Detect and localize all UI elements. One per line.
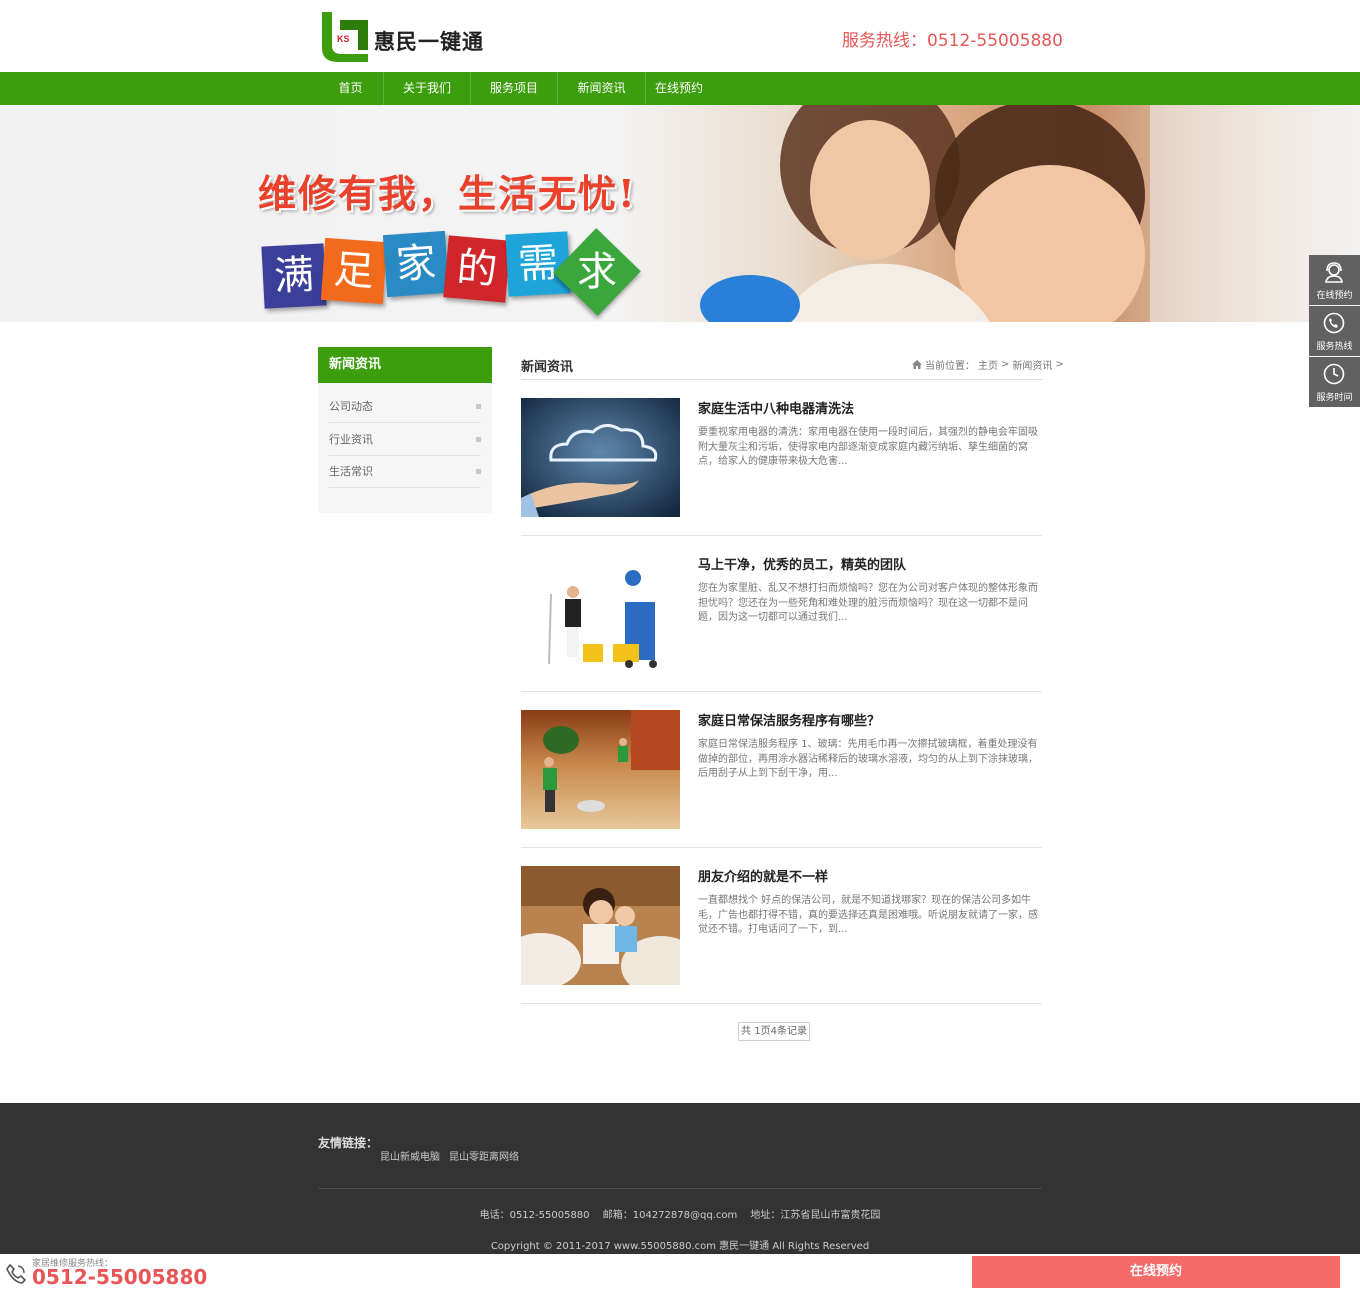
float-hotline[interactable]: 服务热线 xyxy=(1309,306,1360,356)
footer-email: 邮箱：104272878@qq.com xyxy=(602,1210,738,1221)
float-label: 服务热线 xyxy=(1316,342,1353,352)
footer-address: 地址：江苏省昆山市富贵花园 xyxy=(750,1210,881,1221)
banner-tile: 满 xyxy=(261,243,327,309)
breadcrumb-current[interactable]: 新闻资讯 xyxy=(1012,357,1052,372)
header-hotline: 服务热线：0512-55005880 xyxy=(842,31,1063,51)
divider xyxy=(318,1188,1042,1189)
news-title[interactable]: 家庭生活中八种电器清洗法 xyxy=(698,398,854,417)
nav-item-booking[interactable]: 在线预约 xyxy=(646,72,712,105)
news-summary: 您在为家里脏、乱又不想打扫而烦恼吗？您在为公司对客户体现的整体形象而担忧吗？您还… xyxy=(698,583,1038,623)
breadcrumb: 当前位置： 主页 > 新闻资讯 > xyxy=(912,357,1064,372)
sidebar-item-industry-news[interactable]: 行业资讯 xyxy=(329,423,481,456)
footer-contact: 电话：0512-55005880 邮箱：104272878@qq.com 地址：… xyxy=(0,1206,1360,1221)
news-summary: 一直都想找个 好点的保洁公司，就是不知道找哪家？现在的保洁公司多如牛毛，广告也都… xyxy=(698,895,1038,935)
customer-service-icon xyxy=(1325,262,1343,283)
breadcrumb-prefix: 当前位置： xyxy=(925,361,975,372)
online-booking-button[interactable]: 在线预约 xyxy=(972,1256,1340,1288)
nav-item-home[interactable]: 首页 xyxy=(318,72,384,105)
news-item: 家庭日常保洁服务程序有哪些？ 家庭日常保洁服务程序 1、玻璃：先用毛巾再一次擦拭… xyxy=(521,692,1042,848)
news-thumbnail[interactable] xyxy=(521,866,680,985)
bullet-icon xyxy=(476,404,481,409)
nav-item-about[interactable]: 关于我们 xyxy=(384,72,471,105)
news-summary: 家庭日常保洁服务程序 1、玻璃：先用毛巾再一次擦拭玻璃框，着重处理没有做掉的部位… xyxy=(698,739,1038,779)
news-item: 家庭生活中八种电器清洗法 要重视家用电器的清洗：家用电器在使用一段时间后，其强烈… xyxy=(521,380,1042,536)
news-summary: 要重视家用电器的清洗：家用电器在使用一段时间后，其强烈的静电会牢固吸附大量灰尘和… xyxy=(698,427,1038,467)
sidebar-item-label: 行业资讯 xyxy=(329,433,373,446)
logo-badge: KS xyxy=(337,34,350,44)
content-title: 新闻资讯 xyxy=(521,360,574,375)
hero-banner: 维修有我，生活无忧! 满 足 家 的 需 求 xyxy=(0,105,1360,322)
float-label: 在线预约 xyxy=(1316,291,1353,301)
nav-item-services[interactable]: 服务项目 xyxy=(471,72,558,105)
sidebar-menu: 公司动态 行业资讯 生活常识 xyxy=(318,383,492,513)
news-thumbnail[interactable] xyxy=(521,554,680,673)
breadcrumb-separator: > xyxy=(1001,359,1010,370)
news-thumbnail[interactable] xyxy=(521,710,680,829)
site-header: KS 惠民一键通 服务热线：0512-55005880 xyxy=(0,0,1360,72)
news-title[interactable]: 马上干净，优秀的员工，精英的团队 xyxy=(698,554,906,573)
bottom-fixed-bar: 家居维修服务热线： 0512-55005880 在线预约 xyxy=(0,1254,1360,1291)
footer-phone: 电话：0512-55005880 xyxy=(479,1210,590,1221)
bullet-icon xyxy=(476,437,481,442)
pagination-info: 共 1页4条记录 xyxy=(738,1022,810,1041)
sidebar-title: 新闻资讯 xyxy=(318,347,492,383)
news-item: 马上干净，优秀的员工，精英的团队 您在为家里脏、乱又不想打扫而烦恼吗？您在为公司… xyxy=(521,536,1042,692)
float-label: 服务时间 xyxy=(1316,393,1353,403)
sidebar-item-label: 生活常识 xyxy=(329,465,373,478)
phone-icon xyxy=(1323,312,1345,334)
bullet-icon xyxy=(476,469,481,474)
friend-links-label: 友情链接： xyxy=(318,1136,379,1150)
breadcrumb-home[interactable]: 主页 xyxy=(978,357,998,372)
logo-text: 惠民一键通 xyxy=(374,30,484,54)
sidebar-item-life-tips[interactable]: 生活常识 xyxy=(329,455,481,488)
home-icon xyxy=(912,360,922,369)
banner-photo-illustration xyxy=(700,105,1360,322)
friend-link[interactable]: 昆山新威电脑 xyxy=(380,1148,440,1163)
float-online-booking[interactable]: 在线预约 xyxy=(1309,255,1360,305)
clock-icon xyxy=(1323,363,1345,385)
phone-icon xyxy=(6,1263,27,1284)
banner-slogan: 维修有我，生活无忧! xyxy=(258,171,637,216)
logo-mark-icon: KS xyxy=(322,12,368,62)
banner-tile: 家 xyxy=(382,230,450,298)
bottom-hotline-number[interactable]: 0512-55005880 xyxy=(32,1265,207,1289)
news-title[interactable]: 朋友介绍的就是不一样 xyxy=(698,866,828,885)
news-title[interactable]: 家庭日常保洁服务程序有哪些？ xyxy=(698,710,880,729)
friend-link[interactable]: 昆山零距离网络 xyxy=(449,1148,519,1163)
news-item: 朋友介绍的就是不一样 一直都想找个 好点的保洁公司，就是不知道找哪家？现在的保洁… xyxy=(521,848,1042,1004)
news-thumbnail[interactable] xyxy=(521,398,680,517)
banner-tile: 足 xyxy=(320,237,388,305)
site-logo[interactable]: KS 惠民一键通 xyxy=(318,10,498,62)
copyright: Copyright © 2011-2017 www.55005880.com 惠… xyxy=(490,1241,870,1252)
banner-tile: 的 xyxy=(443,235,511,303)
main-nav: 首页 关于我们 服务项目 新闻资讯 在线预约 xyxy=(0,72,1360,105)
breadcrumb-separator: > xyxy=(1055,359,1064,370)
nav-item-news[interactable]: 新闻资讯 xyxy=(558,72,646,105)
sidebar-item-company-news[interactable]: 公司动态 xyxy=(329,390,481,423)
float-service-time[interactable]: 服务时间 xyxy=(1309,357,1360,407)
sidebar-item-label: 公司动态 xyxy=(329,400,373,413)
